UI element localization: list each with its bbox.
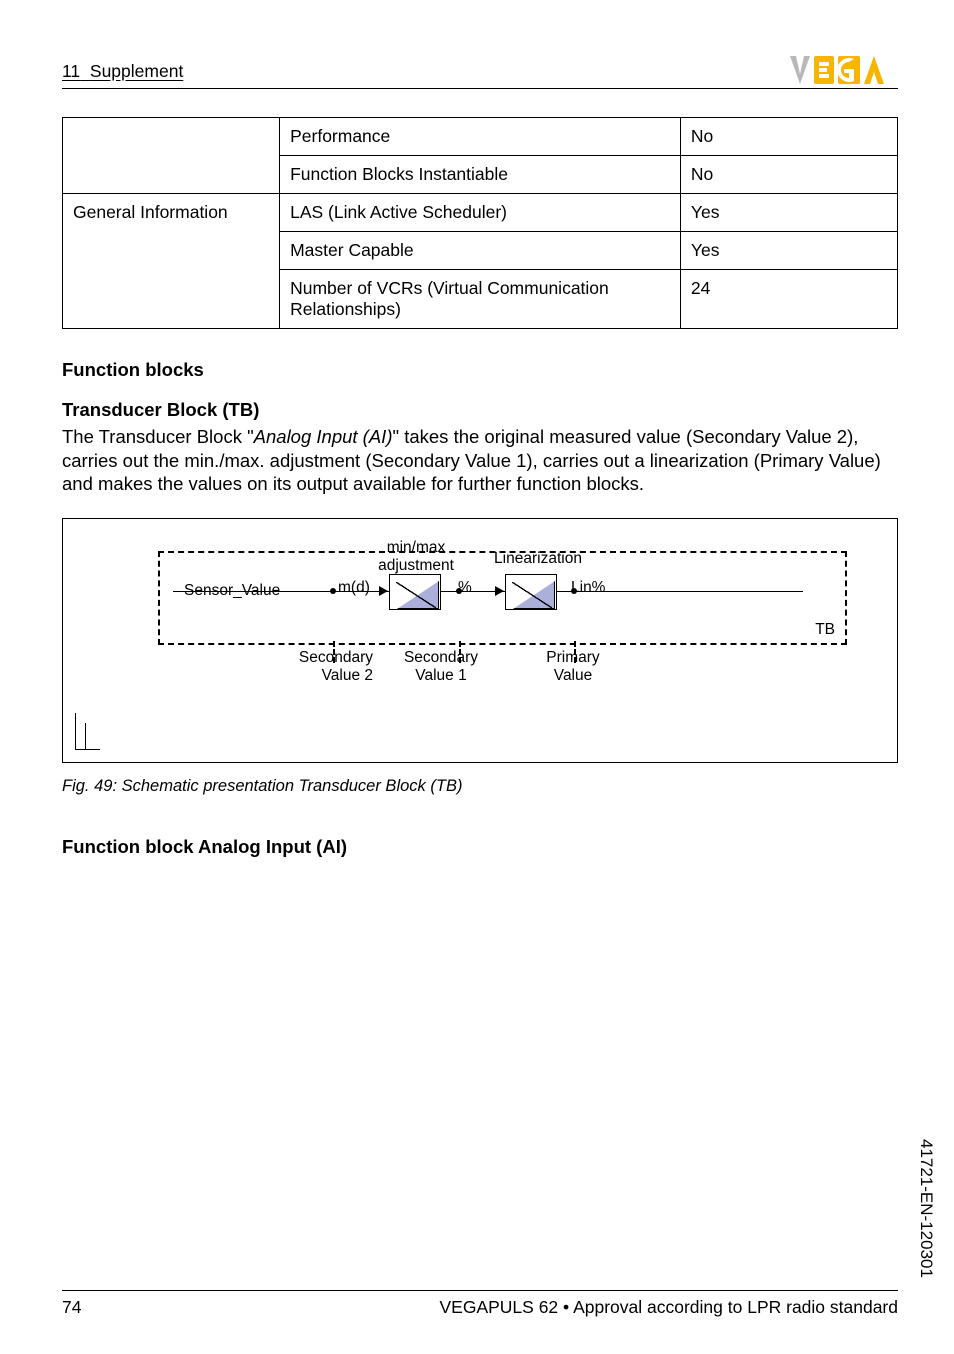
vega-logo <box>788 54 898 86</box>
heading-tb: Transducer Block (TB) <box>62 399 898 421</box>
footer-product: VEGAPULS 62 <box>439 1297 558 1317</box>
cell-param: Function Blocks Instantiable <box>280 156 681 194</box>
table-row: General Information LAS (Link Active Sch… <box>63 194 898 232</box>
page-number: 74 <box>62 1297 81 1318</box>
tb-diagram: Sensor_Value m(d) min/max adjustment % L… <box>62 518 898 763</box>
cell-value: Yes <box>680 194 897 232</box>
figure-caption: Fig. 49: Schematic presentation Transduc… <box>62 777 898 796</box>
cell-value: 24 <box>680 270 897 329</box>
section-number: 11 <box>62 61 80 81</box>
footer-approval: Approval according to LPR radio standard <box>573 1297 898 1317</box>
cell-param: LAS (Link Active Scheduler) <box>280 194 681 232</box>
minmax-box <box>389 574 441 610</box>
tb-para-italic: Analog Input (AI) <box>254 426 393 447</box>
junction-dot <box>571 588 577 594</box>
cell-value: No <box>680 156 897 194</box>
cell-empty <box>63 118 280 194</box>
footer-product-line: VEGAPULS 62 • Approval according to LPR … <box>439 1297 898 1318</box>
junction-dot <box>456 588 462 594</box>
linearization-box <box>505 574 557 610</box>
section-header: 11 Supplement <box>62 61 183 82</box>
page-footer: 74 VEGAPULS 62 • Approval according to L… <box>62 1290 898 1318</box>
tb-para-pre: The Transducer Block " <box>62 426 254 447</box>
label-sv1: Secondary Value 1 <box>391 649 491 685</box>
cell-value: No <box>680 118 897 156</box>
label-minmax: min/max adjustment <box>367 539 465 575</box>
heading-ai: Function block Analog Input (AI) <box>62 836 898 858</box>
label-sv2: Secondary Value 2 <box>283 649 373 685</box>
label-tb: TB <box>815 621 835 639</box>
cell-param: Master Capable <box>280 232 681 270</box>
table-row: Performance No <box>63 118 898 156</box>
bracket-icon <box>75 712 115 750</box>
junction-dot <box>330 588 336 594</box>
cell-param: Number of VCRs (Virtual Communication Re… <box>280 270 681 329</box>
page: 11 Supplement Performance No <box>0 0 954 1354</box>
arrow-icon <box>379 586 388 596</box>
heading-function-blocks: Function blocks <box>62 359 898 381</box>
label-pv: Primary Value <box>528 649 618 685</box>
doc-id-side: 41721-EN-120301 <box>916 1139 936 1278</box>
arrow-icon <box>495 586 504 596</box>
label-md: m(d) <box>338 579 370 597</box>
specs-table: Performance No Function Blocks Instantia… <box>62 117 898 329</box>
cell-category: General Information <box>63 194 280 329</box>
label-sensor-value: Sensor_Value <box>184 582 280 600</box>
footer-bullet: • <box>563 1297 569 1317</box>
section-title-text: Supplement <box>90 61 183 81</box>
label-linearization: Linearization <box>483 550 593 568</box>
cell-value: Yes <box>680 232 897 270</box>
tb-paragraph: The Transducer Block "Analog Input (AI)"… <box>62 425 898 496</box>
cell-param: Performance <box>280 118 681 156</box>
page-header: 11 Supplement <box>62 54 898 89</box>
